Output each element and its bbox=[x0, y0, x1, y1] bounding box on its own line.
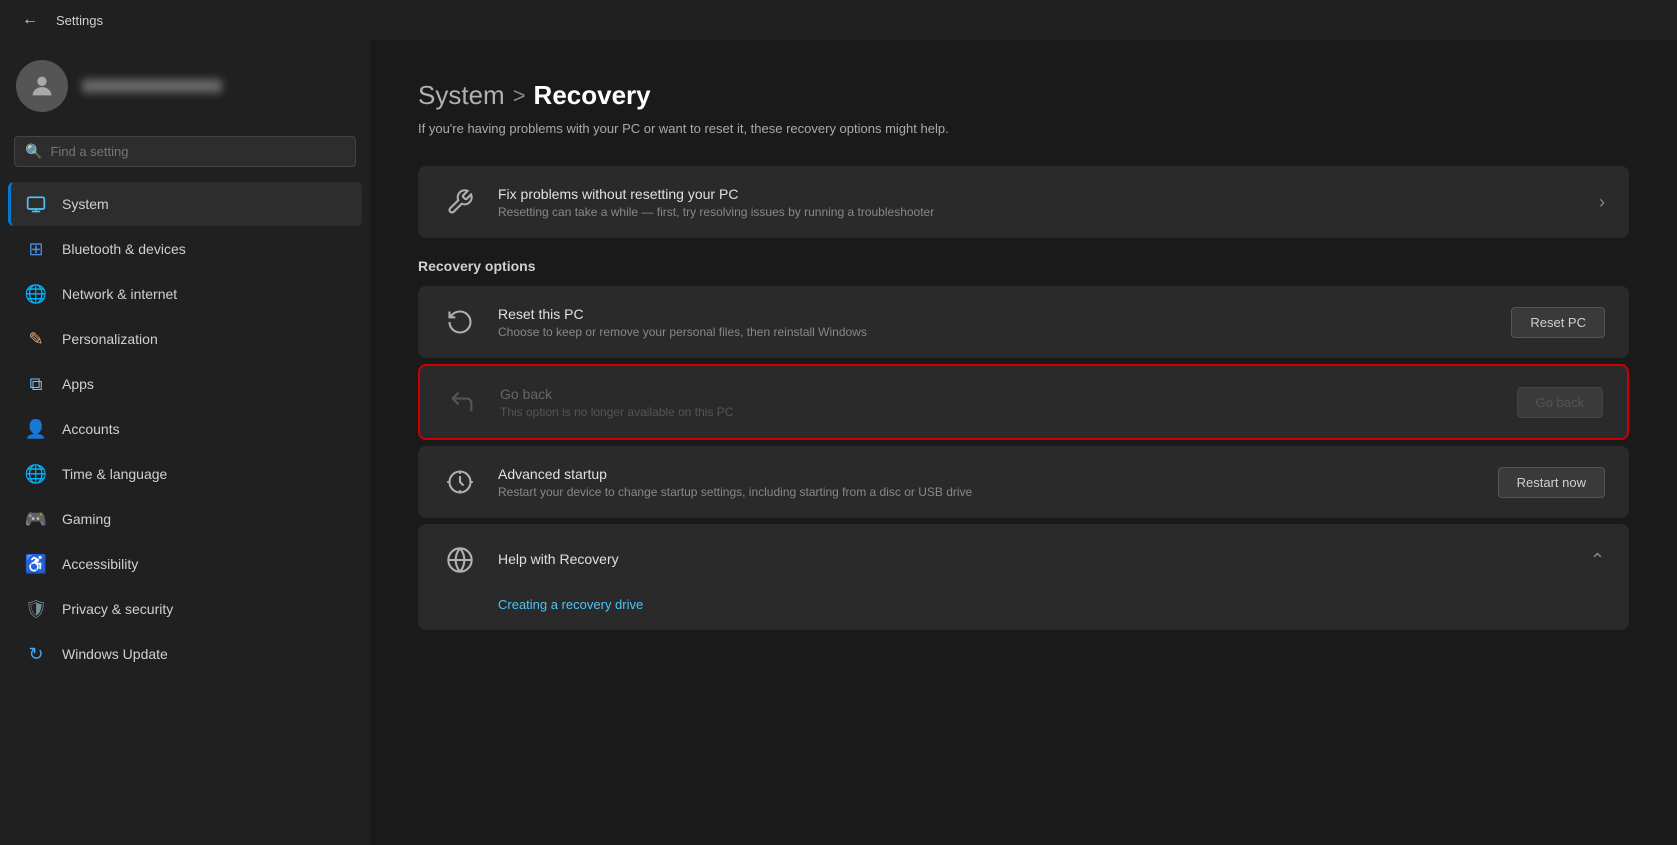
recovery-drive-link[interactable]: Creating a recovery drive bbox=[498, 597, 643, 612]
go-back-text: Go back This option is no longer availab… bbox=[500, 386, 1497, 419]
personalization-icon: ✎ bbox=[24, 327, 48, 351]
sidebar-item-update-label: Windows Update bbox=[62, 646, 168, 662]
bluetooth-icon: ⊞ bbox=[24, 237, 48, 261]
accounts-icon: 👤 bbox=[24, 417, 48, 441]
sidebar-item-network[interactable]: 🌐 Network & internet bbox=[8, 272, 362, 316]
help-icon bbox=[442, 542, 478, 578]
advanced-startup-desc: Restart your device to change startup se… bbox=[498, 485, 1478, 499]
advanced-startup-title: Advanced startup bbox=[498, 466, 1478, 482]
sidebar-item-privacy-label: Privacy & security bbox=[62, 601, 173, 617]
user-profile bbox=[0, 40, 370, 128]
breadcrumb-parent: System bbox=[418, 80, 505, 111]
reset-text: Reset this PC Choose to keep or remove y… bbox=[498, 306, 1491, 339]
reset-title: Reset this PC bbox=[498, 306, 1491, 322]
sidebar-item-time-label: Time & language bbox=[62, 466, 167, 482]
sidebar-item-accounts-label: Accounts bbox=[62, 421, 120, 437]
advanced-startup-card: Advanced startup Restart your device to … bbox=[418, 446, 1629, 518]
reset-pc-card: Reset this PC Choose to keep or remove y… bbox=[418, 286, 1629, 358]
reset-icon bbox=[442, 304, 478, 340]
help-body: Creating a recovery drive bbox=[418, 596, 1629, 630]
apps-icon: ⧉ bbox=[24, 372, 48, 396]
back-button[interactable]: ← bbox=[16, 6, 44, 34]
title-bar: ← Settings bbox=[0, 0, 1677, 40]
sidebar-item-time[interactable]: 🌐 Time & language bbox=[8, 452, 362, 496]
sidebar-item-personalization-label: Personalization bbox=[62, 331, 158, 347]
time-icon: 🌐 bbox=[24, 462, 48, 486]
search-input[interactable] bbox=[50, 144, 345, 159]
main-content: System > Recovery If you're having probl… bbox=[370, 40, 1677, 845]
fix-icon bbox=[442, 184, 478, 220]
fix-desc: Resetting can take a while — first, try … bbox=[498, 205, 934, 219]
help-section: Help with Recovery ⌃ Creating a recovery… bbox=[418, 524, 1629, 630]
network-icon: 🌐 bbox=[24, 282, 48, 306]
sidebar-item-privacy[interactable]: 🛡 Privacy & security bbox=[8, 587, 362, 631]
help-title: Help with Recovery bbox=[498, 551, 1570, 567]
sidebar-nav: System ⊞ Bluetooth & devices 🌐 Network &… bbox=[0, 181, 370, 677]
sidebar-item-gaming-label: Gaming bbox=[62, 511, 111, 527]
sidebar-item-accounts[interactable]: 👤 Accounts bbox=[8, 407, 362, 451]
go-back-icon bbox=[444, 384, 480, 420]
accessibility-icon: ♿ bbox=[24, 552, 48, 576]
search-box[interactable]: 🔍 bbox=[14, 136, 356, 167]
advanced-startup-text: Advanced startup Restart your device to … bbox=[498, 466, 1478, 499]
search-icon: 🔍 bbox=[25, 143, 42, 160]
gaming-icon: 🎮 bbox=[24, 507, 48, 531]
avatar bbox=[16, 60, 68, 112]
app-title: Settings bbox=[56, 13, 103, 28]
sidebar-item-bluetooth[interactable]: ⊞ Bluetooth & devices bbox=[8, 227, 362, 271]
sidebar-item-gaming[interactable]: 🎮 Gaming bbox=[8, 497, 362, 541]
sidebar-item-accessibility-label: Accessibility bbox=[62, 556, 138, 572]
user-icon bbox=[28, 72, 56, 100]
privacy-icon: 🛡 bbox=[24, 597, 48, 621]
sidebar-item-accessibility[interactable]: ♿ Accessibility bbox=[8, 542, 362, 586]
sidebar-item-bluetooth-label: Bluetooth & devices bbox=[62, 241, 186, 257]
reset-pc-button[interactable]: Reset PC bbox=[1511, 307, 1605, 338]
sidebar-item-network-label: Network & internet bbox=[62, 286, 177, 302]
section-label: Recovery options bbox=[418, 258, 1629, 274]
breadcrumb-separator: > bbox=[513, 83, 526, 109]
sidebar: 🔍 System ⊞ Bluetooth & devices 🌐 Network… bbox=[0, 40, 370, 845]
sidebar-item-apps-label: Apps bbox=[62, 376, 94, 392]
breadcrumb-current: Recovery bbox=[534, 80, 651, 111]
help-chevron-icon: ⌃ bbox=[1590, 550, 1605, 571]
fix-chevron-icon: › bbox=[1599, 192, 1605, 213]
sidebar-item-update[interactable]: ↻ Windows Update bbox=[8, 632, 362, 676]
sidebar-item-system[interactable]: System bbox=[8, 182, 362, 226]
breadcrumb: System > Recovery bbox=[418, 80, 1629, 111]
go-back-button[interactable]: Go back bbox=[1517, 387, 1603, 418]
page-subtitle: If you're having problems with your PC o… bbox=[418, 121, 1629, 136]
reset-desc: Choose to keep or remove your personal f… bbox=[498, 325, 1491, 339]
fix-text: Fix problems without resetting your PC R… bbox=[498, 186, 934, 219]
app-body: 🔍 System ⊞ Bluetooth & devices 🌐 Network… bbox=[0, 40, 1677, 845]
restart-now-button[interactable]: Restart now bbox=[1498, 467, 1605, 498]
system-icon bbox=[24, 192, 48, 216]
fix-problems-card[interactable]: Fix problems without resetting your PC R… bbox=[418, 166, 1629, 238]
sidebar-item-system-label: System bbox=[62, 196, 109, 212]
update-icon: ↻ bbox=[24, 642, 48, 666]
fix-title: Fix problems without resetting your PC bbox=[498, 186, 934, 202]
user-name bbox=[82, 79, 222, 93]
go-back-title: Go back bbox=[500, 386, 1497, 402]
go-back-desc: This option is no longer available on th… bbox=[500, 405, 1497, 419]
advanced-startup-icon bbox=[442, 464, 478, 500]
help-title-text: Help with Recovery bbox=[498, 551, 1570, 570]
sidebar-item-personalization[interactable]: ✎ Personalization bbox=[8, 317, 362, 361]
help-header[interactable]: Help with Recovery ⌃ bbox=[418, 524, 1629, 596]
go-back-card: Go back This option is no longer availab… bbox=[418, 364, 1629, 440]
sidebar-item-apps[interactable]: ⧉ Apps bbox=[8, 362, 362, 406]
